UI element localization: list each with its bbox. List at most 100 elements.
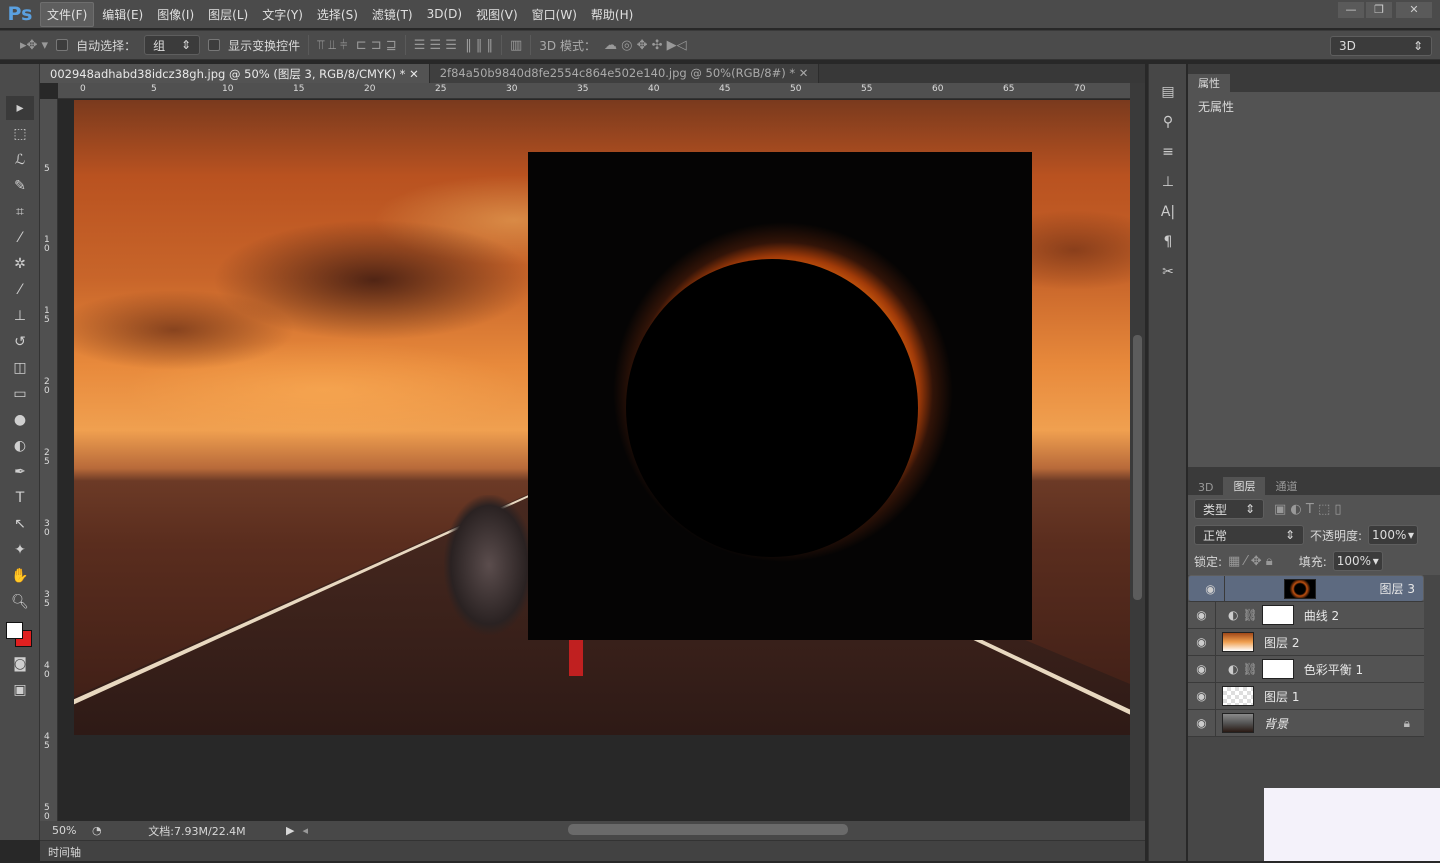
blur-tool-icon[interactable]: ● [6,408,34,432]
layer-row[interactable]: ◉ 图层 3 [1188,575,1424,602]
tab-label: 002948adhabd38idcz38gh.jpg @ 50% (图层 3, … [50,67,406,81]
tab-properties[interactable]: 属性 [1188,74,1230,92]
dodge-tool-icon[interactable]: ◐ [6,434,34,458]
menu-layer[interactable]: 图层(L) [202,3,254,26]
visibility-eye-icon[interactable]: ◉ [1188,710,1216,736]
close-tab-icon[interactable]: ✕ [409,67,419,81]
auto-select-dropdown[interactable]: 组 ⇕ [144,35,201,55]
show-transform-checkbox[interactable] [208,39,221,51]
layer-name[interactable]: 图层 3 [1380,580,1415,597]
opacity-input[interactable]: 100% ▾ [1368,525,1419,545]
marquee-tool-icon[interactable]: ⬚ [6,122,34,146]
auto-select-checkbox[interactable] [56,39,69,51]
blend-mode-dropdown[interactable]: 正常 ⇕ [1194,525,1304,545]
tab-document-2[interactable]: 2f84a50b9840d8fe2554c864e502e140.jpg @ 5… [429,64,820,83]
close-tab-icon[interactable]: ✕ [799,66,809,80]
menu-3d[interactable]: 3D(D) [421,4,468,24]
status-icon[interactable]: ◔ [92,824,112,837]
layer-row[interactable]: ◉ ◐ ⛓ 曲线 2 [1188,602,1424,629]
layer-row[interactable]: ◉ 图层 1 [1188,683,1424,710]
history-panel-icon[interactable]: ▤ [1153,84,1183,108]
type-tool-icon[interactable]: T [6,486,34,510]
tab-document-1[interactable]: 002948adhabd38idcz38gh.jpg @ 50% (图层 3, … [40,64,430,83]
screen-mode-icon[interactable]: ▣ [6,678,34,702]
layer-name[interactable]: 图层 1 [1264,688,1299,705]
brush-tool-icon[interactable]: ⁄ [6,278,34,302]
workspace-dropdown[interactable]: 3D ⇕ [1330,36,1432,56]
character-panel-icon[interactable]: A| [1153,204,1183,228]
visibility-eye-icon[interactable]: ◉ [1188,602,1216,628]
zoom-tool-icon[interactable]: 🔍︎ [6,590,34,614]
visibility-eye-icon[interactable]: ◉ [1188,683,1216,709]
quick-mask-icon[interactable]: ◙ [6,652,34,676]
3d-mode-icons[interactable]: ☁ ◎ ✥ ✣ ▶◁ [604,38,687,53]
layer-filter-dropdown[interactable]: 类型 ⇕ [1194,499,1264,519]
menu-window[interactable]: 窗口(W) [526,3,583,26]
tool-presets-icon[interactable]: ✂ [1153,264,1183,288]
menu-file[interactable]: 文件(F) [40,1,95,27]
restore-button[interactable]: ❐ [1366,2,1392,18]
hand-tool-icon[interactable]: ✋ [6,564,34,588]
timeline-tab[interactable]: 时间轴 [40,841,89,863]
layer-name[interactable]: 图层 2 [1264,634,1299,651]
layer-name[interactable]: 色彩平衡 1 [1304,661,1363,678]
menu-filter[interactable]: 滤镜(T) [366,3,419,26]
quick-select-tool-icon[interactable]: ✎ [6,174,34,198]
tab-3d[interactable]: 3D [1188,480,1223,495]
layer-row[interactable]: ◉ ◐ ⛓ 色彩平衡 1 [1188,656,1424,683]
align-icons[interactable]: ⫪ ⫫ ⫩ ⊏ ⊐ ⊒ [317,38,397,53]
stamp-tool-icon[interactable]: ⊥ [6,304,34,328]
eyedropper-tool-icon[interactable]: ⁄ [6,226,34,250]
menu-view[interactable]: 视图(V) [470,3,524,26]
menu-help[interactable]: 帮助(H) [585,3,639,26]
menu-select[interactable]: 选择(S) [311,3,364,26]
color-swatches[interactable] [0,616,39,650]
fill-input[interactable]: 100% ▾ [1332,551,1383,571]
tab-layers[interactable]: 图层 [1223,477,1266,495]
history-brush-icon[interactable]: ↺ [6,330,34,354]
crop-tool-icon[interactable]: ⌗ [6,200,34,224]
menu-edit[interactable]: 编辑(E) [96,3,149,26]
vertical-scrollbar[interactable] [1130,83,1145,821]
path-select-tool-icon[interactable]: ↖ [6,512,34,536]
distribute-icons[interactable]: ☰ ☰ ☰ ‖ ‖ ‖ [414,38,493,53]
timeline-panel[interactable]: 时间轴 [40,840,1145,861]
visibility-eye-icon[interactable]: ◉ [1188,629,1216,655]
scroll-thumb[interactable] [1133,335,1142,600]
menu-type[interactable]: 文字(Y) [256,3,309,26]
brush-presets-icon[interactable]: ⚲ [1153,114,1183,138]
lasso-tool-icon[interactable]: ℒ [6,148,34,172]
zoom-level[interactable]: 50% [40,824,92,837]
paragraph-panel-icon[interactable]: ¶ [1153,234,1183,258]
horizontal-scroll-thumb[interactable] [568,824,848,835]
layer-row[interactable]: ◉ 背景 🔒︎ [1188,710,1424,737]
visibility-eye-icon[interactable]: ◉ [1188,656,1216,682]
brush-panel-icon[interactable]: ≡ [1153,144,1183,168]
foreground-color-swatch[interactable] [6,622,23,639]
layer-name[interactable]: 曲线 2 [1304,607,1339,624]
auto-align-icon[interactable]: ▥ [510,38,522,53]
ruler-label: 1 5 [44,306,50,325]
ruler-label: 2 5 [44,448,50,467]
status-menu-arrow-icon[interactable]: ▶ [286,824,294,837]
pen-tool-icon[interactable]: ✒ [6,460,34,484]
lock-icons[interactable]: ▦ ⁄ ✥ 🔒︎ [1228,554,1273,569]
ruler-label: 3 5 [44,590,50,609]
tab-channels[interactable]: 通道 [1265,477,1307,495]
visibility-eye-icon[interactable]: ◉ [1197,576,1225,601]
scroll-left-icon[interactable]: ◂ [302,824,308,837]
properties-header: 属性 [1188,74,1440,92]
move-tool-icon[interactable]: ▸ [6,96,34,120]
minimize-button[interactable]: — [1338,2,1364,18]
layer-name[interactable]: 背景 [1264,715,1288,732]
close-button[interactable]: ✕ [1396,2,1432,18]
filter-icons[interactable]: ▣ ◐ T ⬚ ▯ [1274,502,1342,517]
eraser-tool-icon[interactable]: ◫ [6,356,34,380]
shape-tool-icon[interactable]: ✦ [6,538,34,562]
healing-tool-icon[interactable]: ✲ [6,252,34,276]
layer-row[interactable]: ◉ 图层 2 [1188,629,1424,656]
clone-source-icon[interactable]: ⊥ [1153,174,1183,198]
menu-image[interactable]: 图像(I) [151,3,200,26]
move-tool-icon[interactable]: ▸✥ ▾ [20,38,48,53]
gradient-tool-icon[interactable]: ▭ [6,382,34,406]
